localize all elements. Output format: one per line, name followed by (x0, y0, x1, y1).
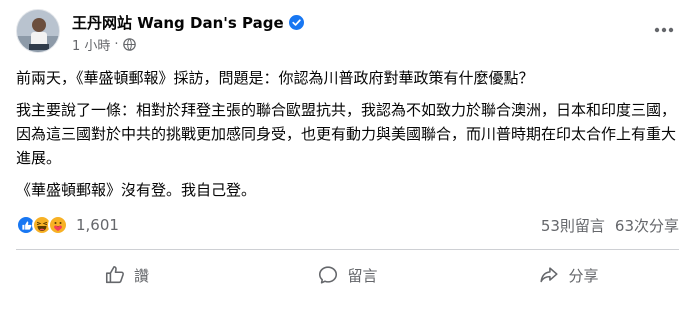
post-meta: 1 小時 · (72, 35, 136, 54)
comment-icon (317, 264, 339, 286)
post-paragraph-2: 我主要說了一條：相對於拜登主張的聯合歐盟抗共，我認為不如致力於聯合澳洲，日本和印… (16, 101, 677, 167)
share-icon (538, 264, 560, 286)
page-name[interactable]: 王丹网站 Wang Dan's Page (72, 12, 284, 33)
more-options-button[interactable] (649, 15, 679, 45)
reaction-count[interactable]: 1,601 (76, 216, 119, 234)
action-bar: 讚 留言 分享 (16, 255, 679, 295)
thumbs-up-icon (104, 264, 126, 286)
post-paragraph-3: 《華盛頓郵報》沒有登。我自己登。 (16, 181, 257, 199)
care-icon (48, 215, 68, 235)
comment-button[interactable]: 留言 (237, 255, 458, 295)
like-label: 讚 (133, 266, 149, 285)
engagement-counts: 53則留言 63次分享 (541, 215, 679, 236)
meta-separator: · (114, 37, 119, 52)
reactions-bar: 1,601 53則留言 63次分享 (16, 213, 679, 237)
post-header: 王丹网站 Wang Dan's Page 1 小時 · (16, 9, 679, 61)
post-timestamp[interactable]: 1 小時 (72, 35, 110, 54)
share-button[interactable]: 分享 (458, 255, 679, 295)
avatar[interactable] (16, 9, 60, 53)
reaction-icons[interactable] (16, 215, 68, 235)
globe-icon (122, 38, 136, 51)
post-paragraph-1: 前兩天，《華盛頓郵報》採訪，問題是：你認為川普政府對華政策有什麼優點？ (16, 69, 534, 87)
divider (16, 249, 679, 250)
shares-count[interactable]: 63次分享 (615, 215, 679, 236)
like-button[interactable]: 讚 (16, 255, 237, 295)
more-dots-icon (654, 27, 674, 33)
comments-count[interactable]: 53則留言 (541, 215, 605, 236)
share-label: 分享 (568, 266, 599, 285)
verified-badge-icon (288, 15, 304, 30)
comment-label: 留言 (347, 266, 378, 285)
post-body: 前兩天，《華盛頓郵報》採訪，問題是：你認為川普政府對華政策有什麼優點？ 我主要說… (16, 66, 684, 210)
page-name-row[interactable]: 王丹网站 Wang Dan's Page (72, 12, 304, 33)
